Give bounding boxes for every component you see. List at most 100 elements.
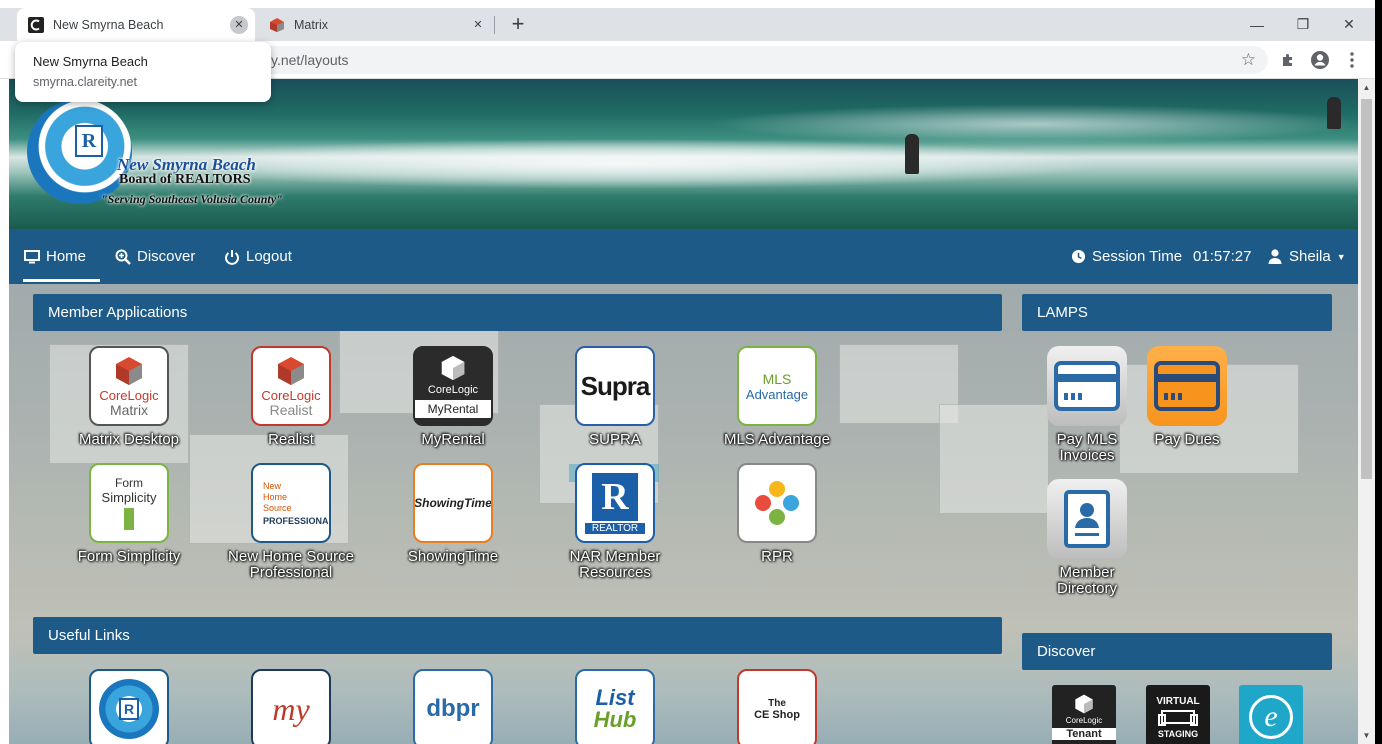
app-supra[interactable]: Supra SUPRA <box>545 346 685 448</box>
nav-logout[interactable]: Logout <box>224 229 292 284</box>
nsb-wave-logo-icon: R <box>89 669 169 744</box>
rpr-logo-icon <box>737 463 817 543</box>
nav-home-label: Home <box>46 248 87 265</box>
app-mls-advantage[interactable]: MLS Advantage MLS Advantage <box>707 346 847 448</box>
user-icon <box>1267 249 1283 265</box>
main-navbar: Home Discover Logout Session Time 01:57:… <box>9 229 1358 284</box>
app-label-line2: Professional <box>249 564 333 581</box>
logo-board-name: Board of REALTORS <box>119 172 251 187</box>
link-nsb-board[interactable]: R <box>59 669 199 744</box>
hover-card-title: New Smyrna Beach <box>33 54 148 69</box>
profile-icon[interactable] <box>1309 49 1331 71</box>
app-label: ShowingTime <box>407 548 499 565</box>
board-logo[interactable]: R New Smyrna Beach Board of REALTORS "Se… <box>27 99 283 214</box>
tab-close-icon[interactable]: ✕ <box>230 15 248 34</box>
supra-logo-icon: Supra <box>575 346 655 426</box>
session-label: Session Time <box>1092 248 1183 265</box>
nav-home[interactable]: Home <box>23 229 100 284</box>
tab-close-icon[interactable]: ✕ <box>469 16 487 34</box>
form-simplicity-logo-icon: Form Simplicity <box>89 463 169 543</box>
browser-window: New Smyrna Beach ✕ Matrix ✕ + — ❐ ✕ y.ne… <box>0 0 1375 744</box>
realtor-r-icon: R <box>75 125 103 157</box>
useful-links-header: Useful Links <box>33 617 1002 654</box>
lamp-member-directory[interactable]: Member Directory <box>1032 479 1142 597</box>
app-label: Matrix Desktop <box>78 431 180 448</box>
logo-tagline: "Serving Southeast Volusia County" <box>101 192 283 206</box>
showingtime-logo-icon: ShowingTime <box>413 463 493 543</box>
dbpr-logo-icon: dbpr <box>413 669 493 744</box>
nav-discover-label: Discover <box>137 248 196 265</box>
lamp-label: Pay Dues <box>1154 431 1220 448</box>
web-page: R New Smyrna Beach Board of REALTORS "Se… <box>9 79 1358 744</box>
address-bar[interactable]: y.net/layouts ☆ <box>100 46 1268 74</box>
lamp-pay-mls-invoices[interactable]: Pay MLS Invoices <box>1032 346 1142 464</box>
realtor-logo-icon: R REALTOR <box>575 463 655 543</box>
lamp-pay-dues[interactable]: Pay Dues <box>1132 346 1242 448</box>
session-time: 01:57:27 <box>1193 248 1252 265</box>
extensions-puzzle-icon[interactable] <box>1277 49 1299 71</box>
matrix-favicon-icon <box>269 17 285 33</box>
menu-kebab-icon[interactable] <box>1341 49 1363 71</box>
new-home-source-logo-icon: New Home Source PROFESSIONAL <box>251 463 331 543</box>
close-window-button[interactable]: ✕ <box>1326 8 1372 41</box>
discover-header: Discover <box>1022 633 1332 670</box>
surfer-figure <box>905 134 919 174</box>
nav-logout-label: Logout <box>246 248 292 265</box>
matrix-logo-icon: CoreLogic Matrix <box>89 346 169 426</box>
app-new-home-source[interactable]: New Home Source PROFESSIONAL New Home So… <box>221 463 361 581</box>
scroll-up-arrow-icon[interactable]: ▲ <box>1358 79 1375 96</box>
app-realist[interactable]: CoreLogic Realist Realist <box>221 346 361 448</box>
app-myrental[interactable]: CoreLogic MyRental MyRental <box>383 346 523 448</box>
lamps-header: LAMPS <box>1022 294 1332 331</box>
session-timer: Session Time 01:57:27 <box>1070 229 1251 284</box>
wave-foam <box>129 139 1109 189</box>
app-label: SUPRA <box>589 431 641 448</box>
user-menu[interactable]: Sheila ▼ <box>1267 229 1346 284</box>
app-matrix-desktop[interactable]: CoreLogic Matrix Matrix Desktop <box>59 346 199 448</box>
scroll-down-arrow-icon[interactable]: ▼ <box>1358 727 1375 744</box>
page-scrollbar[interactable]: ▲ ▼ <box>1358 79 1375 744</box>
listhub-logo-icon: List Hub <box>575 669 655 744</box>
clareity-favicon-icon <box>28 16 44 33</box>
app-showingtime[interactable]: ShowingTime ShowingTime <box>383 463 523 565</box>
lamp-label-line2: Invoices <box>1059 447 1115 464</box>
tab-title: New Smyrna Beach <box>53 17 164 32</box>
app-label-line1: NAR Member <box>569 548 661 565</box>
sofa-icon <box>1158 709 1198 726</box>
discover-corelogic-tenant[interactable]: CoreLogic Tenant <box>1052 685 1116 744</box>
user-name: Sheila <box>1289 248 1331 265</box>
lamp-label-line1: Member <box>1059 564 1115 581</box>
app-label: MLS Advantage <box>724 431 830 448</box>
tab-new-smyrna-beach[interactable]: New Smyrna Beach ✕ <box>17 8 255 41</box>
link-myflorida[interactable]: my <box>221 669 361 744</box>
app-label: RPR <box>761 548 793 565</box>
bookmark-star-icon[interactable]: ☆ <box>1241 50 1256 70</box>
lamp-label-line1: Pay MLS <box>1056 431 1118 448</box>
url-text: y.net/layouts <box>271 52 349 68</box>
app-label: Realist <box>268 431 314 448</box>
myflorida-logo-icon: my <box>251 669 331 744</box>
tab-matrix[interactable]: Matrix ✕ <box>258 8 494 41</box>
scroll-thumb[interactable] <box>1361 99 1372 479</box>
app-label-line2: Resources <box>579 564 651 581</box>
app-form-simplicity[interactable]: Form Simplicity Form Simplicity <box>59 463 199 565</box>
monitor-icon <box>24 249 40 265</box>
link-dbpr[interactable]: dbpr <box>383 669 523 744</box>
app-nar-member-resources[interactable]: R REALTOR NAR Member Resources <box>545 463 685 581</box>
app-label: MyRental <box>421 431 485 448</box>
clock-icon <box>1070 249 1086 265</box>
minimize-button[interactable]: — <box>1234 8 1280 41</box>
maximize-button[interactable]: ❐ <box>1280 8 1326 41</box>
power-icon <box>224 249 240 265</box>
link-listhub[interactable]: List Hub <box>545 669 685 744</box>
tab-strip: New Smyrna Beach ✕ Matrix ✕ + — ❐ ✕ <box>0 8 1375 41</box>
credit-card-icon <box>1147 346 1227 426</box>
app-rpr[interactable]: RPR <box>707 463 847 565</box>
link-ce-shop[interactable]: The CE Shop <box>707 669 847 744</box>
nav-discover[interactable]: Discover <box>115 229 195 284</box>
discover-virtual-staging[interactable]: VIRTUAL STAGING <box>1146 685 1210 744</box>
credit-card-icon <box>1047 346 1127 426</box>
new-tab-button[interactable]: + <box>506 13 530 37</box>
discover-e-app[interactable]: e <box>1239 685 1303 744</box>
app-label-line1: New Home Source <box>228 548 354 565</box>
